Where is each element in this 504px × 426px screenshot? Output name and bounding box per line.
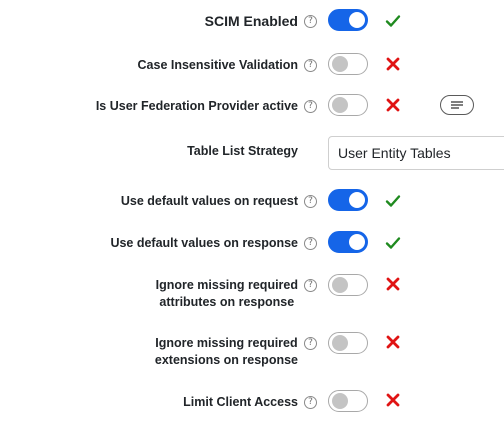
toggle-knob (332, 56, 348, 72)
setting-label-line: extensions on response (154, 353, 298, 367)
table-list-strategy-select[interactable]: User Entity Tables (328, 136, 504, 170)
setting-label: Use default values on response (110, 236, 298, 250)
setting-label: Ignore missing required attributes on re… (156, 277, 298, 311)
help-icon[interactable]: ? (304, 237, 317, 250)
help-icon[interactable]: ? (304, 195, 317, 208)
check-icon (385, 15, 401, 27)
notes-button[interactable] (440, 95, 474, 115)
scim-enabled-toggle[interactable] (328, 9, 368, 31)
help-icon[interactable]: ? (304, 15, 317, 28)
text-lines-icon (451, 101, 463, 109)
toggle-knob (332, 335, 348, 351)
default-values-request-toggle[interactable] (328, 189, 368, 211)
help-icon[interactable]: ? (304, 59, 317, 72)
toggle-knob (349, 12, 365, 28)
setting-label: SCIM Enabled (204, 13, 298, 29)
x-icon (386, 98, 400, 112)
setting-row-default-values-response: Use default values on response ? (0, 231, 504, 255)
setting-row-scim-enabled: SCIM Enabled ? (0, 9, 504, 33)
limit-client-access-toggle[interactable] (328, 390, 368, 412)
help-icon[interactable]: ? (304, 396, 317, 409)
setting-label: Case Insensitive Validation (137, 58, 298, 72)
toggle-knob (349, 234, 365, 250)
ignore-missing-attributes-toggle[interactable] (328, 274, 368, 296)
setting-row-default-values-request: Use default values on request ? (0, 189, 504, 213)
setting-row-ignore-missing-extensions: Ignore missing required extensions on re… (0, 332, 504, 372)
user-federation-provider-toggle[interactable] (328, 94, 368, 116)
help-icon[interactable]: ? (304, 279, 317, 292)
check-icon (385, 195, 401, 207)
x-icon (386, 335, 400, 349)
setting-row-table-list-strategy: Table List Strategy User Entity Tables (0, 136, 504, 170)
setting-row-limit-client-access: Limit Client Access ? (0, 390, 504, 414)
x-icon (386, 393, 400, 407)
help-icon[interactable]: ? (304, 337, 317, 350)
setting-label-line: attributes on response (159, 295, 295, 309)
help-icon[interactable]: ? (304, 100, 317, 113)
case-insensitive-validation-toggle[interactable] (328, 53, 368, 75)
setting-label: Table List Strategy (187, 144, 298, 158)
setting-row-user-federation-provider: Is User Federation Provider active ? (0, 94, 504, 118)
toggle-knob (332, 277, 348, 293)
setting-label-line: Ignore missing required (155, 336, 298, 350)
check-icon (385, 237, 401, 249)
setting-label: Use default values on request (120, 194, 298, 208)
setting-label: Limit Client Access (183, 395, 298, 409)
toggle-knob (332, 393, 348, 409)
x-icon (386, 277, 400, 291)
toggle-knob (349, 192, 365, 208)
setting-label: Ignore missing required extensions on re… (155, 335, 298, 369)
x-icon (386, 57, 400, 71)
setting-row-case-insensitive-validation: Case Insensitive Validation ? (0, 53, 504, 77)
ignore-missing-extensions-toggle[interactable] (328, 332, 368, 354)
default-values-response-toggle[interactable] (328, 231, 368, 253)
setting-row-ignore-missing-attributes: Ignore missing required attributes on re… (0, 274, 504, 314)
toggle-knob (332, 97, 348, 113)
setting-label: Is User Federation Provider active (95, 99, 298, 113)
setting-label-line: Ignore missing required (155, 278, 298, 292)
